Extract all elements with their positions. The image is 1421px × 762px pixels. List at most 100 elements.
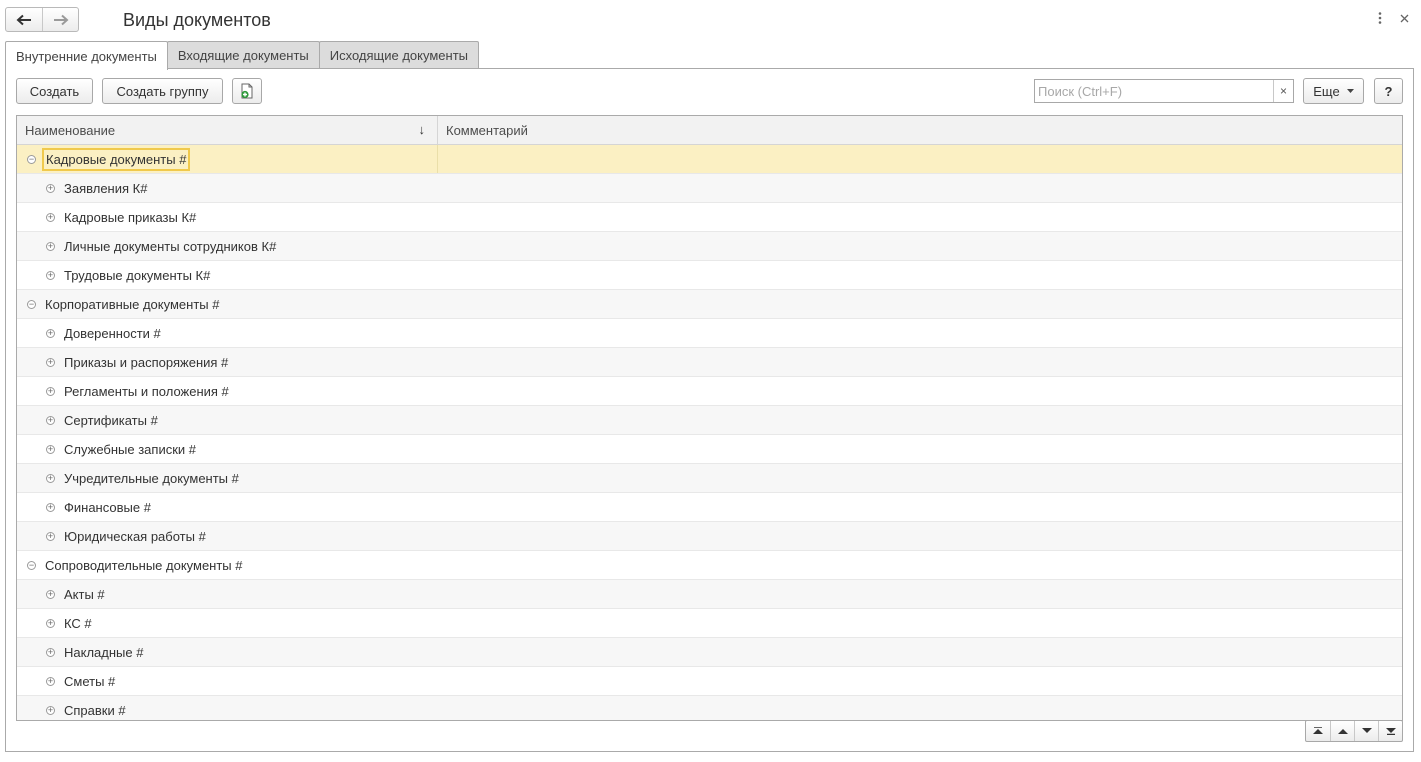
more-button[interactable]: Еще: [1303, 78, 1364, 104]
name-cell[interactable]: + Заявления К#: [17, 174, 438, 202]
name-cell[interactable]: + Регламенты и положения #: [17, 377, 438, 405]
comment-cell[interactable]: [438, 406, 1402, 434]
tree-item-row[interactable]: + Приказы и распоряжения #: [17, 348, 1402, 377]
expand-icon[interactable]: +: [46, 271, 55, 280]
tree-group-row[interactable]: − Кадровые документы #: [17, 145, 1402, 174]
comment-cell[interactable]: [438, 464, 1402, 492]
tree-item-row[interactable]: + Личные документы сотрудников К#: [17, 232, 1402, 261]
expand-icon[interactable]: +: [46, 590, 55, 599]
tab-incoming-documents[interactable]: Входящие документы: [166, 41, 320, 69]
name-cell[interactable]: + Трудовые документы К#: [17, 261, 438, 289]
column-comment-header[interactable]: Комментарий: [438, 116, 1402, 144]
name-cell[interactable]: + Учредительные документы #: [17, 464, 438, 492]
tree-item-row[interactable]: + Юридическая работы #: [17, 522, 1402, 551]
tree-item-row[interactable]: + Трудовые документы К#: [17, 261, 1402, 290]
comment-cell[interactable]: [438, 667, 1402, 695]
tree-item-row[interactable]: + Справки #: [17, 696, 1402, 720]
comment-cell[interactable]: [438, 696, 1402, 720]
name-cell[interactable]: + КС #: [17, 609, 438, 637]
tree-item-row[interactable]: + Сертификаты #: [17, 406, 1402, 435]
name-cell[interactable]: + Сметы #: [17, 667, 438, 695]
more-vertical-icon[interactable]: [1373, 10, 1387, 26]
expand-icon[interactable]: +: [46, 387, 55, 396]
collapse-icon[interactable]: −: [27, 300, 36, 309]
expand-icon[interactable]: +: [46, 503, 55, 512]
name-cell[interactable]: + Юридическая работы #: [17, 522, 438, 550]
expand-icon[interactable]: +: [46, 213, 55, 222]
name-cell[interactable]: − Корпоративные документы #: [17, 290, 438, 318]
create-group-button[interactable]: Создать группу: [102, 78, 223, 104]
name-cell[interactable]: − Сопроводительные документы #: [17, 551, 438, 579]
tree-item-row[interactable]: + Накладные #: [17, 638, 1402, 667]
create-file-button[interactable]: [232, 78, 262, 104]
comment-cell[interactable]: [438, 435, 1402, 463]
name-cell[interactable]: + Сертификаты #: [17, 406, 438, 434]
expand-icon[interactable]: +: [46, 619, 55, 628]
tree-item-row[interactable]: + Учредительные документы #: [17, 464, 1402, 493]
comment-cell[interactable]: [438, 290, 1402, 318]
search-input[interactable]: [1035, 81, 1273, 101]
expand-icon[interactable]: +: [46, 358, 55, 367]
expand-icon[interactable]: +: [46, 445, 55, 454]
tree-item-row[interactable]: + Регламенты и положения #: [17, 377, 1402, 406]
expand-icon[interactable]: +: [46, 416, 55, 425]
expand-icon[interactable]: +: [46, 648, 55, 657]
create-button[interactable]: Создать: [16, 78, 93, 104]
scroll-down-button[interactable]: [1354, 721, 1378, 741]
expand-icon[interactable]: +: [46, 329, 55, 338]
expand-icon[interactable]: +: [46, 532, 55, 541]
comment-cell[interactable]: [438, 377, 1402, 405]
expand-icon[interactable]: +: [46, 706, 55, 715]
expand-icon[interactable]: +: [46, 677, 55, 686]
name-cell[interactable]: + Личные документы сотрудников К#: [17, 232, 438, 260]
scroll-to-bottom-button[interactable]: [1378, 721, 1402, 741]
name-cell[interactable]: + Кадровые приказы К#: [17, 203, 438, 231]
comment-cell[interactable]: [438, 261, 1402, 289]
back-button[interactable]: [6, 8, 42, 31]
comment-cell[interactable]: [438, 232, 1402, 260]
name-cell[interactable]: + Накладные #: [17, 638, 438, 666]
tree-item-row[interactable]: + Кадровые приказы К#: [17, 203, 1402, 232]
tree-item-row[interactable]: + Заявления К#: [17, 174, 1402, 203]
name-cell[interactable]: + Финансовые #: [17, 493, 438, 521]
expand-icon[interactable]: +: [46, 242, 55, 251]
name-cell[interactable]: + Акты #: [17, 580, 438, 608]
expand-icon[interactable]: +: [46, 474, 55, 483]
tree-group-row[interactable]: − Сопроводительные документы #: [17, 551, 1402, 580]
comment-cell[interactable]: [438, 145, 1402, 173]
name-cell[interactable]: + Доверенности #: [17, 319, 438, 347]
expand-icon[interactable]: +: [46, 184, 55, 193]
name-cell[interactable]: − Кадровые документы #: [17, 145, 438, 173]
close-icon[interactable]: [1397, 10, 1411, 26]
tree-item-row[interactable]: + Финансовые #: [17, 493, 1402, 522]
name-cell[interactable]: + Приказы и распоряжения #: [17, 348, 438, 376]
tree-item-row[interactable]: + Служебные записки #: [17, 435, 1402, 464]
comment-cell[interactable]: [438, 522, 1402, 550]
comment-cell[interactable]: [438, 493, 1402, 521]
scroll-up-button[interactable]: [1330, 721, 1354, 741]
tree-group-row[interactable]: − Корпоративные документы #: [17, 290, 1402, 319]
comment-cell[interactable]: [438, 551, 1402, 579]
tree-item-row[interactable]: + Сметы #: [17, 667, 1402, 696]
tree-item-row[interactable]: + КС #: [17, 609, 1402, 638]
help-button[interactable]: ?: [1374, 78, 1403, 104]
comment-cell[interactable]: [438, 580, 1402, 608]
comment-cell[interactable]: [438, 638, 1402, 666]
column-name-header[interactable]: Наименование ↓: [17, 116, 438, 144]
scroll-to-top-button[interactable]: [1306, 721, 1330, 741]
comment-cell[interactable]: [438, 319, 1402, 347]
search-clear-button[interactable]: ×: [1273, 80, 1293, 102]
comment-cell[interactable]: [438, 609, 1402, 637]
tree-item-row[interactable]: + Доверенности #: [17, 319, 1402, 348]
comment-cell[interactable]: [438, 174, 1402, 202]
forward-button[interactable]: [42, 8, 78, 31]
tab-outgoing-documents[interactable]: Исходящие документы: [318, 41, 479, 69]
tree-item-row[interactable]: + Акты #: [17, 580, 1402, 609]
collapse-icon[interactable]: −: [27, 155, 36, 164]
comment-cell[interactable]: [438, 203, 1402, 231]
name-cell[interactable]: + Справки #: [17, 696, 438, 720]
comment-cell[interactable]: [438, 348, 1402, 376]
name-cell[interactable]: + Служебные записки #: [17, 435, 438, 463]
collapse-icon[interactable]: −: [27, 561, 36, 570]
tab-internal-documents[interactable]: Внутренние документы: [5, 41, 168, 70]
